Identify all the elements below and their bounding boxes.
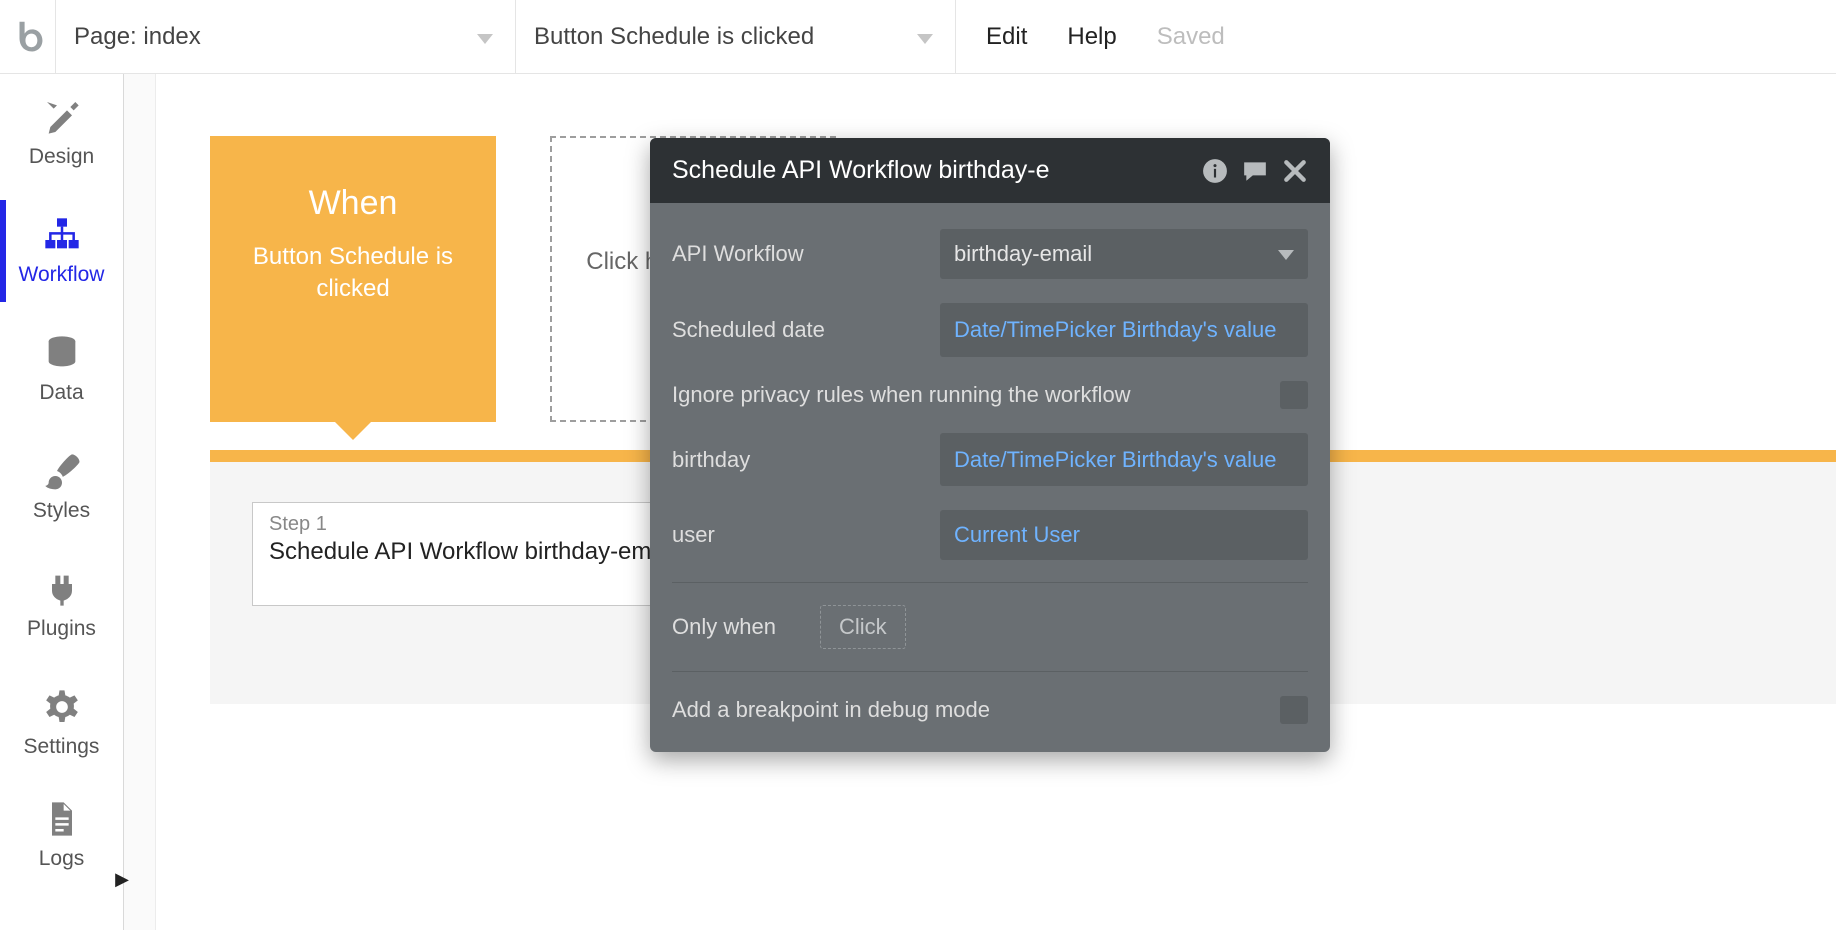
- field-label: birthday: [672, 447, 922, 473]
- sidebar-item-design[interactable]: Design: [0, 74, 123, 192]
- step-delete-link[interactable]: delete: [269, 570, 705, 593]
- sidebar-item-label: Plugins: [27, 617, 96, 641]
- step-number: Step 1: [269, 513, 705, 536]
- sidebar-item-label: Logs: [39, 847, 85, 871]
- chevron-down-icon: [477, 23, 493, 51]
- expression-placeholder: Click: [839, 614, 887, 639]
- top-actions: Edit Help Saved: [956, 0, 1225, 73]
- select-value: birthday-email: [954, 241, 1092, 267]
- database-icon: [42, 333, 82, 373]
- breakpoint-checkbox[interactable]: [1280, 696, 1308, 724]
- workflow-icon: [42, 215, 82, 255]
- popup-title: Schedule API Workflow birthday-e: [672, 156, 1188, 185]
- ignore-privacy-checkbox[interactable]: [1280, 381, 1308, 409]
- element-selector-label: Button Schedule is clicked: [534, 23, 814, 51]
- row-param-user: user Current User: [672, 498, 1308, 572]
- sidebar-item-styles[interactable]: Styles: [0, 428, 123, 546]
- param-user-expression[interactable]: Current User: [940, 510, 1308, 560]
- row-api-workflow: API Workflow birthday-email: [672, 217, 1308, 291]
- sidebar-item-logs[interactable]: Logs: [0, 782, 123, 888]
- close-icon[interactable]: [1282, 158, 1308, 184]
- param-birthday-expression[interactable]: Date/TimePicker Birthday's value: [940, 433, 1308, 487]
- scroll-gutter: [124, 74, 156, 930]
- divider: [672, 671, 1308, 672]
- row-scheduled-date: Scheduled date Date/TimePicker Birthday'…: [672, 291, 1308, 369]
- chevron-down-icon: [1278, 244, 1294, 265]
- sidebar-item-label: Styles: [33, 499, 90, 523]
- api-workflow-select[interactable]: birthday-email: [940, 229, 1308, 279]
- sidebar-item-label: Design: [29, 145, 94, 169]
- row-only-when: Only when Click: [672, 593, 1308, 661]
- sidebar-item-label: Data: [39, 381, 83, 405]
- row-ignore-privacy: Ignore privacy rules when running the wo…: [672, 369, 1308, 421]
- field-label: user: [672, 522, 922, 548]
- page-selector[interactable]: Page: index: [56, 0, 516, 73]
- sidebar-item-settings[interactable]: Settings: [0, 664, 123, 782]
- field-label: Only when: [672, 614, 802, 640]
- comment-icon[interactable]: [1242, 158, 1268, 184]
- popup-body: API Workflow birthday-email Scheduled da…: [650, 203, 1330, 686]
- event-title: When: [309, 184, 398, 223]
- help-menu[interactable]: Help: [1067, 23, 1116, 51]
- popup-footer: Add a breakpoint in debug mode: [650, 686, 1330, 752]
- topbar: Page: index Button Schedule is clicked E…: [0, 0, 1836, 74]
- element-selector[interactable]: Button Schedule is clicked: [516, 0, 956, 73]
- expression-value: Date/TimePicker Birthday's value: [954, 445, 1277, 475]
- sidebar-item-plugins[interactable]: Plugins: [0, 546, 123, 664]
- plug-icon: [42, 569, 82, 609]
- sidebar-expand-icon[interactable]: ▶: [115, 869, 129, 890]
- page-selector-label: Page: index: [74, 23, 201, 51]
- info-icon[interactable]: [1202, 158, 1228, 184]
- scheduled-date-expression[interactable]: Date/TimePicker Birthday's value: [940, 303, 1308, 357]
- field-label: API Workflow: [672, 241, 922, 267]
- sidebar-item-label: Settings: [24, 735, 100, 759]
- sidebar: Design Workflow Data Styles Plugins: [0, 74, 124, 930]
- expression-value: Date/TimePicker Birthday's value: [954, 315, 1277, 345]
- only-when-expression[interactable]: Click: [820, 605, 906, 649]
- expression-value: Current User: [954, 522, 1080, 548]
- sidebar-item-workflow[interactable]: Workflow: [0, 192, 123, 310]
- field-label: Scheduled date: [672, 317, 922, 343]
- field-label: Add a breakpoint in debug mode: [672, 697, 1262, 723]
- bubble-logo-icon: [11, 20, 45, 54]
- sidebar-item-data[interactable]: Data: [0, 310, 123, 428]
- event-subtitle: Button Schedule is clicked: [210, 241, 496, 306]
- brush-icon: [42, 451, 82, 491]
- document-icon: [42, 799, 82, 839]
- chevron-down-icon: [917, 23, 933, 51]
- row-breakpoint: Add a breakpoint in debug mode: [672, 692, 1308, 728]
- save-status: Saved: [1157, 23, 1225, 51]
- property-editor-popup: Schedule API Workflow birthday-e API Wor…: [650, 138, 1330, 752]
- field-label: Ignore privacy rules when running the wo…: [672, 382, 1262, 408]
- sidebar-item-label: Workflow: [19, 263, 105, 287]
- edit-menu[interactable]: Edit: [986, 23, 1027, 51]
- design-icon: [42, 97, 82, 137]
- divider: [672, 582, 1308, 583]
- popup-header[interactable]: Schedule API Workflow birthday-e: [650, 138, 1330, 203]
- row-param-birthday: birthday Date/TimePicker Birthday's valu…: [672, 421, 1308, 499]
- logo[interactable]: [0, 0, 56, 73]
- step-title: Schedule API Workflow birthday-email: [269, 538, 705, 566]
- event-block[interactable]: When Button Schedule is clicked: [210, 136, 496, 422]
- gear-icon: [42, 687, 82, 727]
